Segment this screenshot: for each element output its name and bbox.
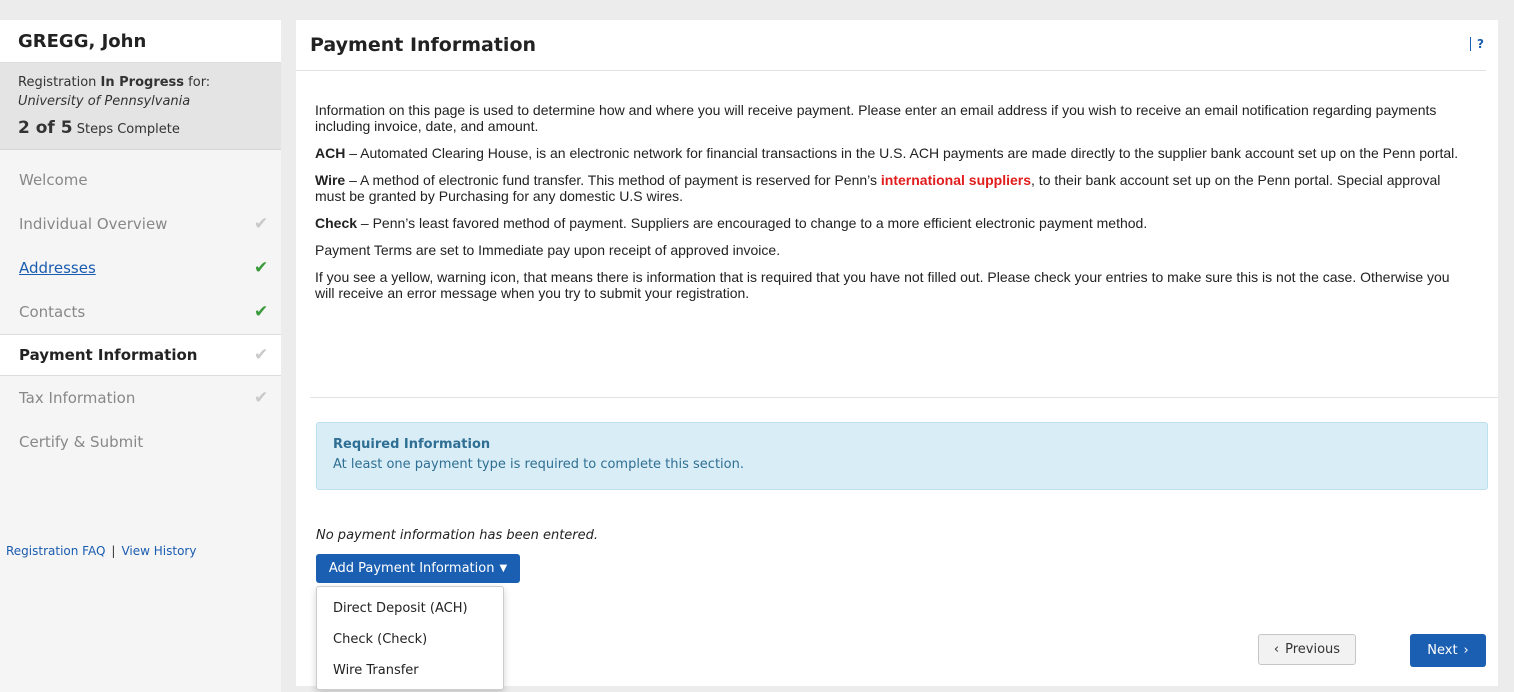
nav-item-label: Individual Overview <box>19 215 168 233</box>
section-divider <box>310 397 1498 398</box>
required-info-alert: Required Information At least one paymen… <box>316 422 1488 490</box>
payment-instructions: Information on this page is used to dete… <box>315 102 1465 312</box>
caret-down-icon: ▼ <box>499 563 508 574</box>
status-prefix: Registration <box>18 75 101 90</box>
help-icon[interactable]: ? <box>1470 37 1484 51</box>
next-label: Next <box>1427 643 1458 658</box>
ach-term: ACH <box>315 145 346 161</box>
menu-item-direct-deposit[interactable]: Direct Deposit (ACH) <box>317 593 503 624</box>
view-history-link[interactable]: View History <box>121 544 196 558</box>
check-term: Check <box>315 215 358 231</box>
checkmark-icon: ✔ <box>254 214 269 234</box>
sidebar-links: Registration FAQ | View History <box>6 544 196 558</box>
nav-item-contacts[interactable]: Contacts ✔ <box>0 290 281 334</box>
nav-item-label: Certify & Submit <box>19 433 144 451</box>
link-separator: | <box>111 544 116 558</box>
check-paragraph: Check – Penn’s least favored method of p… <box>315 215 1465 231</box>
wire-text: – A method of electronic fund transfer. … <box>345 172 881 188</box>
checkmark-icon: ✔ <box>254 302 269 322</box>
steps-label: Steps Complete <box>76 122 180 137</box>
panel-header: Payment Information ? <box>296 20 1486 71</box>
chevron-left-icon: ‹ <box>1273 642 1280 657</box>
steps-progress: 2 of 5 Steps Complete <box>18 119 263 139</box>
nav-item-addresses[interactable]: Addresses ✔ <box>0 246 281 290</box>
intro-paragraph: Information on this page is used to dete… <box>315 102 1437 134</box>
registration-faq-link[interactable]: Registration FAQ <box>6 544 105 558</box>
previous-button[interactable]: ‹ Previous <box>1258 634 1356 665</box>
ach-paragraph: ACH – Automated Clearing House, is an el… <box>315 145 1465 161</box>
add-payment-label: Add Payment Information <box>328 561 495 576</box>
university-name: University of Pennsylvania <box>18 94 191 109</box>
payment-type-menu: Direct Deposit (ACH) Check (Check) Wire … <box>316 586 504 690</box>
nav-item-label: Welcome <box>19 171 88 189</box>
nav-item-label[interactable]: Addresses <box>19 259 96 277</box>
nav-item-label: Payment Information <box>19 346 198 364</box>
nav-item-individual-overview[interactable]: Individual Overview ✔ <box>0 202 281 246</box>
main-panel: Payment Information ? Information on thi… <box>296 20 1498 690</box>
checkmark-icon: ✔ <box>254 345 269 365</box>
steps-count: 2 of 5 <box>18 118 73 138</box>
check-text: – Penn’s least favored method of payment… <box>357 215 1148 231</box>
payment-terms-paragraph: Payment Terms are set to Immediate pay u… <box>315 242 781 258</box>
page-title: Payment Information <box>310 34 537 56</box>
nav-item-welcome[interactable]: Welcome <box>0 158 281 202</box>
wire-term: Wire <box>315 172 346 188</box>
alert-title: Required Information <box>333 437 491 452</box>
nav-item-label: Contacts <box>19 303 86 321</box>
add-payment-information-button[interactable]: Add Payment Information ▼ <box>316 554 520 583</box>
chevron-right-icon: › <box>1463 643 1469 658</box>
checkmark-icon: ✔ <box>254 258 269 278</box>
nav-item-certify-submit[interactable]: Certify & Submit <box>0 420 281 464</box>
registration-status: Registration In Progress for: University… <box>0 63 281 150</box>
empty-state-message: No payment information has been entered. <box>316 528 599 543</box>
wire-paragraph: Wire – A method of electronic fund trans… <box>315 172 1465 204</box>
checkmark-icon: ✔ <box>254 388 269 408</box>
status-suffix: for: <box>184 75 211 90</box>
international-suppliers-highlight: international suppliers <box>880 172 1032 188</box>
previous-label: Previous <box>1285 642 1341 657</box>
ach-text: – Automated Clearing House, is an electr… <box>345 145 1459 161</box>
menu-item-wire-transfer[interactable]: Wire Transfer <box>317 655 503 686</box>
status-value: In Progress <box>100 75 185 90</box>
next-button[interactable]: Next › <box>1410 634 1486 667</box>
step-nav: Welcome Individual Overview ✔ Addresses … <box>0 158 281 464</box>
sidebar: GREGG, John Registration In Progress for… <box>0 20 281 692</box>
menu-item-check[interactable]: Check (Check) <box>317 624 503 655</box>
alert-text: At least one payment type is required to… <box>333 457 744 472</box>
nav-item-tax-information[interactable]: Tax Information ✔ <box>0 376 281 420</box>
nav-item-payment-information[interactable]: Payment Information ✔ <box>0 334 281 376</box>
nav-item-label: Tax Information <box>19 389 136 407</box>
supplier-name: GREGG, John <box>0 20 281 63</box>
warning-paragraph: If you see a yellow, warning icon, that … <box>315 269 1450 301</box>
